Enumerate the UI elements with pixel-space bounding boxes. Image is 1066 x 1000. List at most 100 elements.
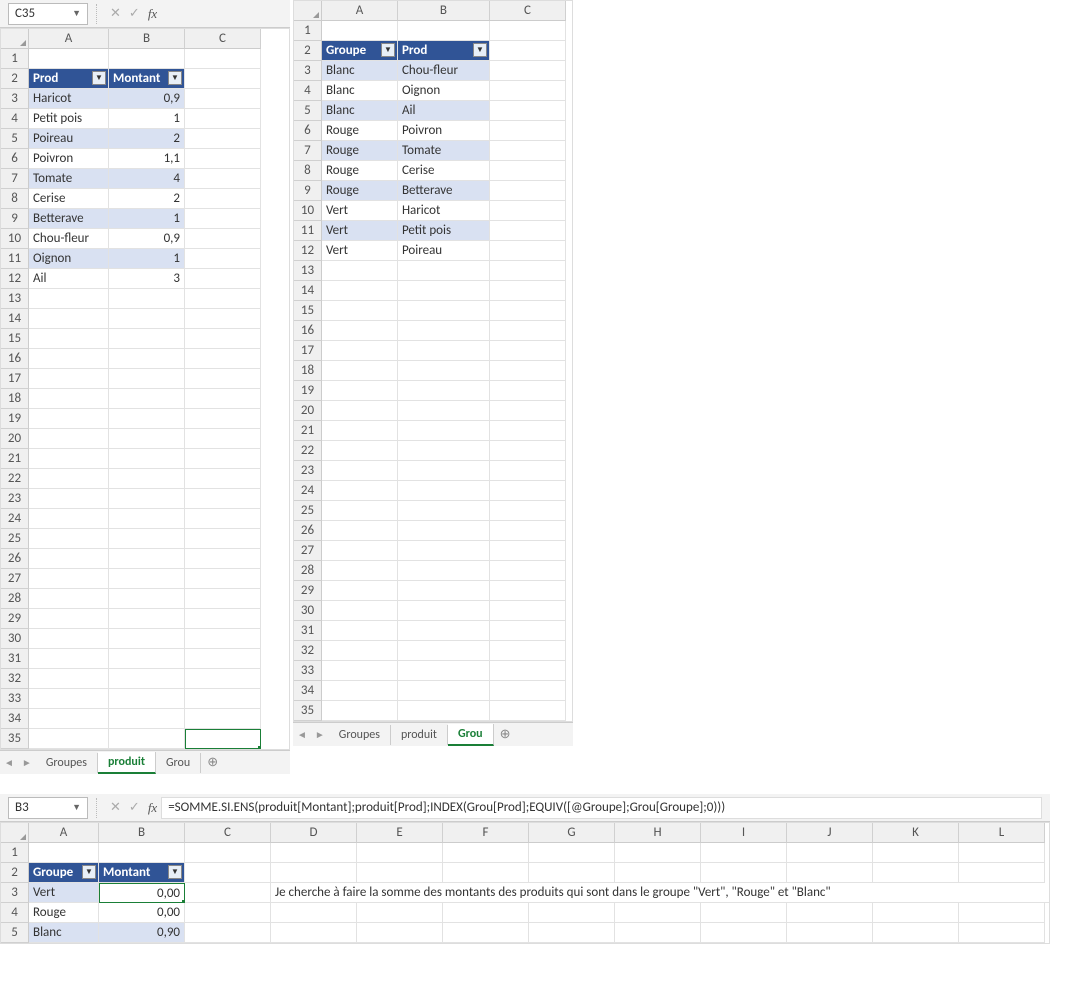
name-box[interactable]: B3 ▼ bbox=[8, 797, 88, 819]
cell[interactable] bbox=[29, 409, 109, 429]
cell[interactable] bbox=[959, 903, 1045, 923]
cell[interactable] bbox=[490, 581, 566, 601]
cell[interactable] bbox=[490, 161, 566, 181]
row-header[interactable]: 24 bbox=[294, 481, 322, 501]
formula-bar[interactable]: =SOMME.SI.ENS(produit[Montant];produit[P… bbox=[161, 797, 1042, 819]
cell[interactable] bbox=[490, 701, 566, 721]
cell[interactable] bbox=[443, 843, 529, 863]
cell[interactable] bbox=[490, 81, 566, 101]
cell[interactable] bbox=[185, 709, 261, 729]
cell[interactable] bbox=[322, 561, 398, 581]
cell[interactable] bbox=[398, 641, 490, 661]
cell[interactable] bbox=[109, 689, 185, 709]
row-header[interactable]: 31 bbox=[1, 649, 29, 669]
row-header[interactable]: 2 bbox=[1, 863, 29, 883]
cell[interactable] bbox=[109, 569, 185, 589]
cell[interactable] bbox=[322, 581, 398, 601]
cell[interactable]: Chou-fleur bbox=[398, 61, 490, 81]
cell[interactable]: Petit pois bbox=[398, 221, 490, 241]
cell[interactable] bbox=[398, 421, 490, 441]
cell[interactable] bbox=[490, 361, 566, 381]
cell[interactable] bbox=[490, 641, 566, 661]
cell[interactable]: Rouge bbox=[322, 121, 398, 141]
cell[interactable] bbox=[322, 21, 398, 41]
cell[interactable]: 0,9 bbox=[109, 229, 185, 249]
cell[interactable] bbox=[398, 661, 490, 681]
cell[interactable] bbox=[109, 49, 185, 69]
cell[interactable] bbox=[322, 421, 398, 441]
cell[interactable] bbox=[615, 923, 701, 943]
cell[interactable] bbox=[109, 449, 185, 469]
cell[interactable] bbox=[490, 201, 566, 221]
cell[interactable] bbox=[490, 501, 566, 521]
cell[interactable] bbox=[615, 843, 701, 863]
cell[interactable]: Betterave bbox=[29, 209, 109, 229]
cell[interactable] bbox=[490, 521, 566, 541]
col-header-C[interactable]: C bbox=[185, 29, 261, 49]
row-header[interactable]: 6 bbox=[294, 121, 322, 141]
cell[interactable] bbox=[29, 49, 109, 69]
cell[interactable] bbox=[29, 509, 109, 529]
cell[interactable] bbox=[109, 369, 185, 389]
cell[interactable] bbox=[873, 863, 959, 883]
cell[interactable] bbox=[109, 589, 185, 609]
row-header[interactable]: 10 bbox=[294, 201, 322, 221]
sheet-tab-groupes[interactable]: Groupes bbox=[329, 725, 391, 745]
cell[interactable] bbox=[398, 541, 490, 561]
col-header-C[interactable]: C bbox=[185, 823, 271, 843]
cell[interactable] bbox=[109, 289, 185, 309]
cell[interactable] bbox=[109, 309, 185, 329]
cell[interactable]: 0,00 bbox=[99, 903, 185, 923]
cell[interactable]: Poivron bbox=[29, 149, 109, 169]
row-header[interactable]: 35 bbox=[294, 701, 322, 721]
col-header-J[interactable]: J bbox=[787, 823, 873, 843]
cell[interactable] bbox=[490, 281, 566, 301]
row-header[interactable]: 18 bbox=[1, 389, 29, 409]
cell[interactable] bbox=[322, 701, 398, 721]
cell[interactable] bbox=[29, 709, 109, 729]
cell[interactable]: Haricot bbox=[398, 201, 490, 221]
cell[interactable] bbox=[443, 903, 529, 923]
table-header-prod[interactable]: Prod▼ bbox=[398, 41, 490, 61]
row-header[interactable]: 30 bbox=[294, 601, 322, 621]
cell[interactable] bbox=[185, 69, 261, 89]
cell[interactable] bbox=[185, 449, 261, 469]
row-header[interactable]: 25 bbox=[1, 529, 29, 549]
row-header[interactable]: 29 bbox=[294, 581, 322, 601]
sheet-tab-produit[interactable]: produit bbox=[98, 752, 156, 774]
cell[interactable]: Blanc bbox=[322, 61, 398, 81]
col-header-A[interactable]: A bbox=[29, 823, 99, 843]
row-header[interactable]: 25 bbox=[294, 501, 322, 521]
row-header[interactable]: 20 bbox=[294, 401, 322, 421]
cell[interactable] bbox=[185, 629, 261, 649]
cell[interactable] bbox=[185, 169, 261, 189]
col-header-I[interactable]: I bbox=[701, 823, 787, 843]
cell[interactable]: Tomate bbox=[29, 169, 109, 189]
row-header[interactable]: 28 bbox=[1, 589, 29, 609]
cell[interactable] bbox=[490, 421, 566, 441]
tab-nav-next-icon[interactable]: ► bbox=[22, 756, 32, 769]
row-header[interactable]: 27 bbox=[294, 541, 322, 561]
row-header[interactable]: 4 bbox=[1, 109, 29, 129]
row-header[interactable]: 12 bbox=[294, 241, 322, 261]
cell[interactable] bbox=[185, 923, 271, 943]
cell[interactable] bbox=[398, 441, 490, 461]
select-all-corner[interactable] bbox=[1, 823, 29, 843]
table-header-groupe[interactable]: Groupe▼ bbox=[322, 41, 398, 61]
cell[interactable]: 1 bbox=[109, 209, 185, 229]
cell[interactable] bbox=[490, 141, 566, 161]
cell[interactable]: Blanc bbox=[322, 81, 398, 101]
cell[interactable]: Oignon bbox=[398, 81, 490, 101]
cell[interactable] bbox=[185, 369, 261, 389]
cell[interactable]: Cerise bbox=[398, 161, 490, 181]
row-header[interactable]: 35 bbox=[1, 729, 29, 749]
cell[interactable]: 0,9 bbox=[109, 89, 185, 109]
cell[interactable]: Vert bbox=[322, 201, 398, 221]
cell[interactable]: Vert bbox=[322, 241, 398, 261]
row-header[interactable]: 1 bbox=[1, 843, 29, 863]
row-header[interactable]: 5 bbox=[294, 101, 322, 121]
cell[interactable] bbox=[443, 863, 529, 883]
cell[interactable] bbox=[185, 669, 261, 689]
cell[interactable] bbox=[398, 21, 490, 41]
row-header[interactable]: 3 bbox=[1, 883, 29, 903]
